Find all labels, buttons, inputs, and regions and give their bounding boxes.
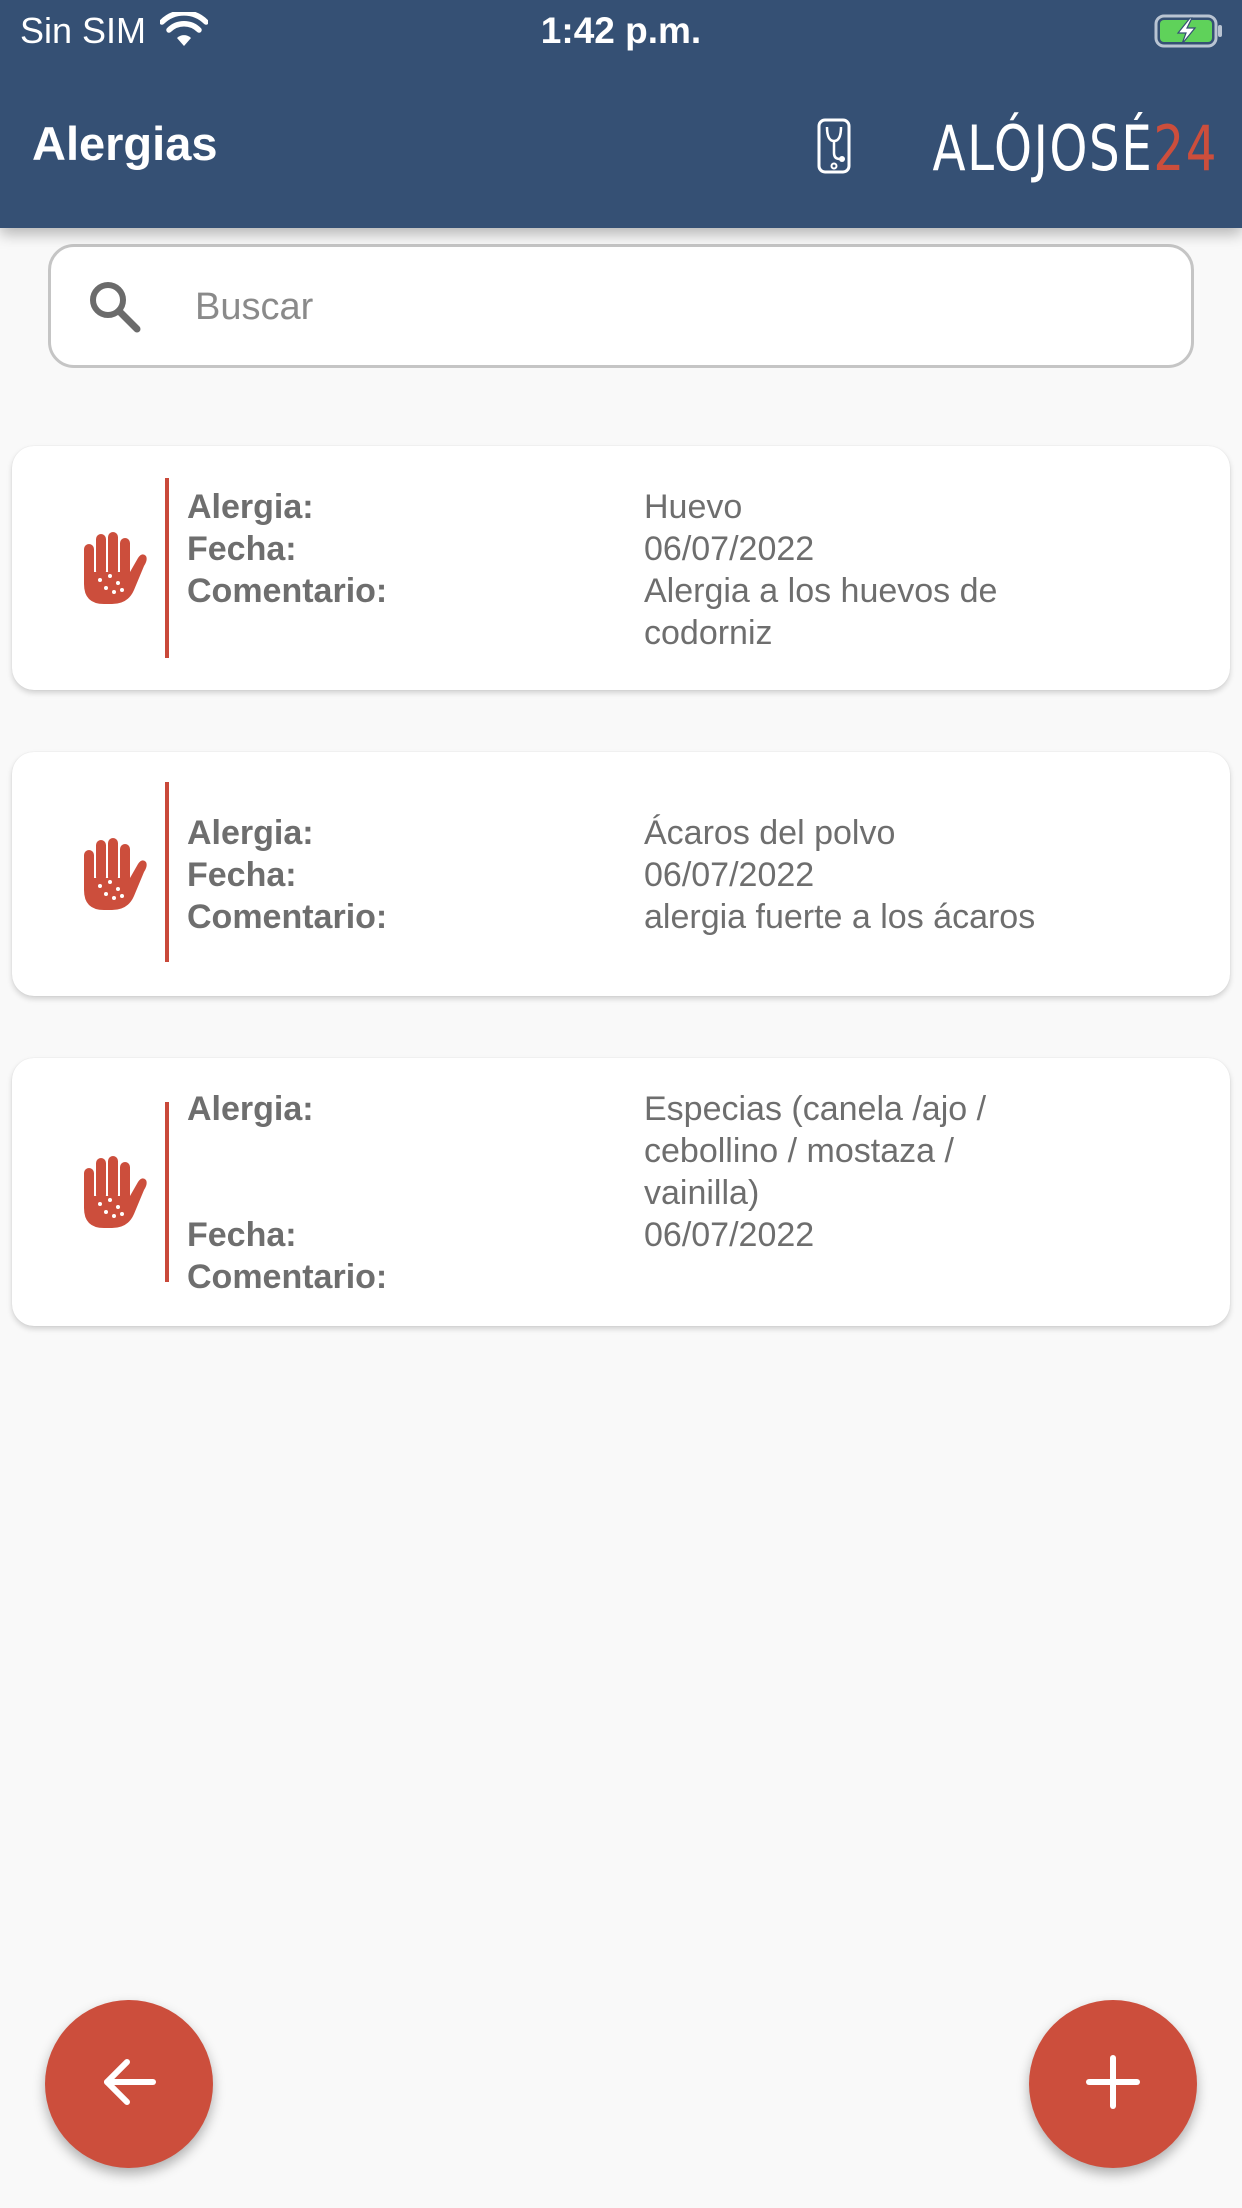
- add-allergy-button[interactable]: [1029, 2000, 1197, 2168]
- search-input[interactable]: [195, 275, 1155, 339]
- logo-number: 24: [1153, 112, 1218, 185]
- card-divider: [165, 1102, 169, 1282]
- allergy-label: Alergia:: [187, 488, 314, 526]
- arrow-left-icon: [99, 2052, 159, 2117]
- search-icon: [85, 277, 145, 342]
- allergy-hand-icon: [70, 1152, 150, 1237]
- comment-value: Alergia a los huevos de codorniz: [644, 572, 998, 652]
- date-value: 06/07/2022: [644, 1216, 815, 1254]
- brand-logo: ALÓJOSÉ24: [816, 112, 1218, 185]
- comment-label: Comentario:: [187, 572, 388, 610]
- comment-value: alergia fuerte a los ácaros: [644, 898, 1036, 936]
- allergy-label: Alergia:: [187, 1090, 314, 1128]
- comment-label: Comentario:: [187, 1258, 388, 1296]
- battery-charging-icon: [1154, 14, 1224, 53]
- allergy-label: Alergia:: [187, 814, 314, 852]
- allergy-card[interactable]: Alergia: Especias (canela /ajo / cebolli…: [12, 1058, 1230, 1326]
- card-divider: [165, 478, 169, 658]
- card-divider: [165, 782, 169, 962]
- allergy-card[interactable]: Alergia: Ácaros del polvo Fecha: 06/07/2…: [12, 752, 1230, 996]
- app-bar: Sin SIM 1:42 p.m. Alergias ALÓJOSÉ24: [0, 0, 1242, 228]
- date-label: Fecha:: [187, 1216, 297, 1254]
- date-label: Fecha:: [187, 856, 297, 894]
- allergy-value: Huevo: [644, 488, 743, 526]
- plus-icon: [1085, 2054, 1141, 2115]
- allergy-hand-icon: [70, 834, 150, 919]
- page-title: Alergias: [32, 117, 218, 170]
- stethoscope-icon: [816, 117, 852, 180]
- status-bar: Sin SIM 1:42 p.m.: [0, 0, 1242, 62]
- allergy-value: Especias (canela /ajo / cebollino / most…: [644, 1090, 987, 1212]
- date-value: 06/07/2022: [644, 530, 815, 568]
- comment-label: Comentario:: [187, 898, 388, 936]
- allergy-value: Ácaros del polvo: [644, 814, 896, 852]
- logo-text: ALÓJOSÉ: [932, 112, 1154, 185]
- allergy-hand-icon: [70, 528, 150, 613]
- back-button[interactable]: [45, 2000, 213, 2168]
- search-box[interactable]: [48, 244, 1194, 368]
- allergy-card[interactable]: Alergia: Huevo Fecha: 06/07/2022 Comenta…: [12, 446, 1230, 690]
- status-time: 1:42 p.m.: [540, 10, 702, 51]
- date-value: 06/07/2022: [644, 856, 815, 894]
- date-label: Fecha:: [187, 530, 297, 568]
